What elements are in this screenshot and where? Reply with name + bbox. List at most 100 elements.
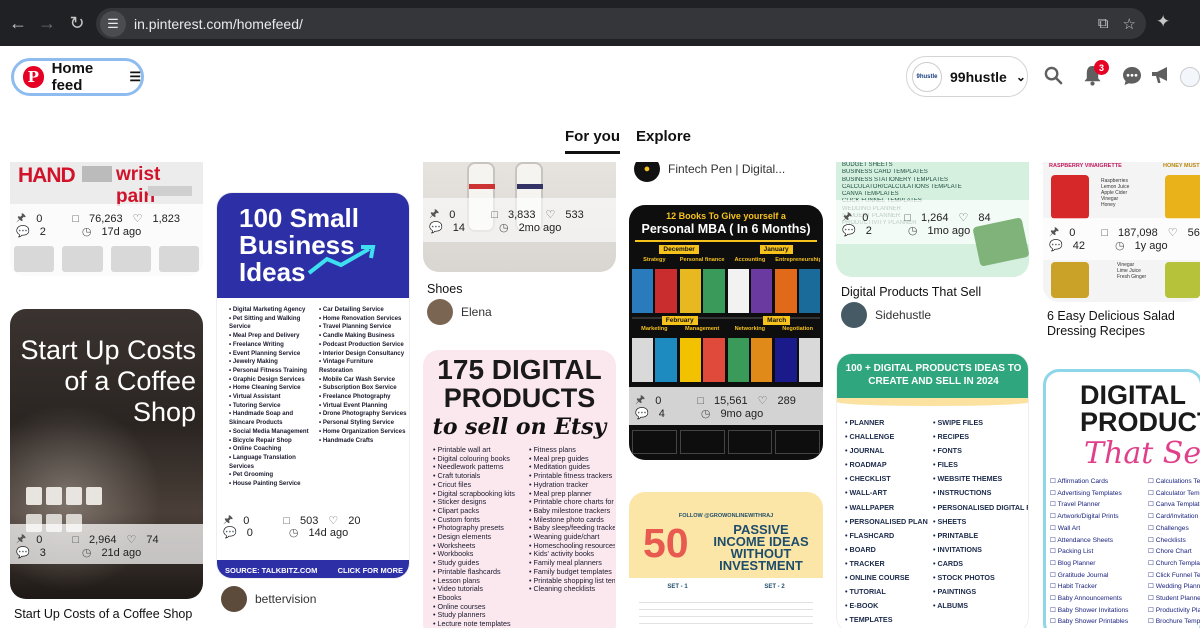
- pin-card-salad-dressings[interactable]: RASPBERRY VINAIGRETTE HONEY MUST Raspber…: [1043, 162, 1200, 302]
- bookmark-icon: □: [283, 514, 290, 527]
- extensions-puzzle-icon[interactable]: ✦: [1156, 12, 1170, 32]
- list-item: • Language Translation Services: [229, 453, 296, 470]
- category-label: Networking: [734, 326, 766, 332]
- list-item: Honey: [1101, 202, 1116, 208]
- pin-card-small-business-ideas[interactable]: 100 Small Business Ideas • Digital Marke…: [216, 192, 410, 579]
- pin-card-etsy-digital-products[interactable]: 175 DIGITAL PRODUCTS to sell on Etsy • P…: [423, 350, 616, 628]
- back-arrow-icon[interactable]: ←: [3, 0, 33, 46]
- list-item: • Tutoring Service: [229, 401, 281, 409]
- category-row: Strategy Personal finance Accounting Entrep…: [632, 257, 820, 263]
- dressing-label: HONEY MUST: [1163, 163, 1200, 169]
- pin-title[interactable]: Start Up Costs of a Coffee Shop: [14, 607, 192, 621]
- list-item: • Workbooks: [433, 550, 474, 559]
- author-avatar: [221, 586, 247, 612]
- dressing-label: RASPBERRY VINAIGRETTE: [1049, 163, 1122, 169]
- list-item: ☐ Chore Chart: [1148, 548, 1192, 556]
- list-item: • Mobile Car Wash Service: [319, 375, 396, 383]
- account-avatar: 9hustle: [912, 61, 942, 92]
- megaphone-icon[interactable]: [1151, 66, 1171, 90]
- repin-count: 15,561: [713, 394, 748, 407]
- pin-age: 21d ago: [101, 546, 142, 559]
- pin-image-text: HAND: [18, 164, 76, 187]
- list-item: • CARDS: [933, 558, 964, 568]
- list-item: • Vintage Furniture Restoration: [319, 358, 374, 374]
- pinterest-logo-icon: P: [23, 66, 44, 88]
- pin-title[interactable]: Digital Products That Sell: [841, 285, 981, 299]
- site-settings-icon[interactable]: ☰: [100, 10, 126, 37]
- pin-card-personal-mba[interactable]: 12 Books To Give yourself a Personal MBA…: [629, 205, 823, 460]
- address-bar[interactable]: ☰ in.pinterest.com/homefeed/ ⧉ ☆: [96, 8, 1146, 39]
- category-label: Strategy: [643, 257, 666, 263]
- list-item: • PAINTINGS: [933, 587, 977, 597]
- account-switcher[interactable]: 9hustle 99hustle ⌄: [906, 56, 1028, 97]
- heart-icon: ♡: [958, 212, 969, 224]
- pin-card-coffee-shop[interactable]: Start Up Costs of a Coffee Shop 🖈 0 □ 2,96…: [10, 309, 203, 599]
- list-item: • Study guides: [433, 559, 480, 568]
- list-item: • Meal Prep and Delivery: [229, 332, 300, 340]
- bookmark-star-icon[interactable]: ☆: [1123, 15, 1136, 33]
- list-item: • WALL-ART: [845, 488, 888, 498]
- list-item: • Lecture note templates: [433, 620, 511, 628]
- month-label: January: [759, 245, 793, 254]
- pin-author[interactable]: Elena: [427, 299, 492, 325]
- forward-arrow-icon[interactable]: →: [32, 0, 62, 46]
- pin-footer: SOURCE: TALKBITZ.COM CLICK FOR MORE: [217, 560, 409, 578]
- set-label: SET - 2: [764, 584, 785, 590]
- pin-card-digital-products-that-sell[interactable]: DIGITAL PRODUCTS That Sell ☐ Affirmation…: [1043, 369, 1200, 628]
- list-item: ☐ Productivity Pla: [1148, 606, 1200, 614]
- pin-author[interactable]: bettervision: [221, 586, 316, 612]
- list-item: • Weaning guide/chart: [529, 533, 600, 542]
- business-ideas-list-left: • Digital Marketing Agency • Pet Sitting …: [229, 306, 315, 489]
- comment-icon: 💬: [429, 222, 443, 234]
- book-covers: [632, 338, 820, 382]
- repin-count: 76,263: [88, 212, 123, 225]
- pin-card-digital-templates[interactable]: BUDGET SHEETS BUSINESS CARD TEMPLATES BUSI…: [836, 162, 1029, 277]
- list-item: ☐ Advertising Templates: [1050, 489, 1122, 497]
- pin-author[interactable]: Sidehustle: [841, 302, 931, 328]
- list-item: • Worksheets: [433, 541, 476, 550]
- list-item: • Cricut files: [433, 480, 472, 489]
- pin-title[interactable]: 6 Easy Delicious Salad Dressing Recipes: [1047, 309, 1200, 339]
- list-item: • Digital colouring books: [433, 454, 510, 463]
- repin-count: 2,964: [88, 533, 117, 546]
- comment-count: 0: [246, 526, 253, 539]
- handle-text: FOLLOW @GROWONLINEWITHRAJ: [678, 513, 774, 519]
- pin-title[interactable]: Shoes: [427, 282, 462, 296]
- list-item: • Fitness plans: [529, 446, 576, 454]
- messages-chat-icon[interactable]: [1122, 66, 1142, 92]
- list-item: • SWIPE FILES: [933, 418, 984, 427]
- pin-card-hand-exercises[interactable]: HAND wrist pain 🖈 0 □ 76,263 ♡ 1,823 💬 2 ◷ 17…: [10, 162, 203, 276]
- pin-author[interactable]: ● Fintech Pen | Digital...: [634, 162, 785, 182]
- reload-icon[interactable]: ↻: [62, 0, 92, 46]
- tab-explore[interactable]: Explore: [636, 128, 691, 145]
- account-logo-text: 9hustle: [916, 73, 938, 80]
- pin-card-passive-income[interactable]: FOLLOW @GROWONLINEWITHRAJ 50 PASSIVE INC…: [629, 492, 823, 628]
- comment-icon: 💬: [842, 225, 856, 237]
- click-for-more-link[interactable]: CLICK FOR MORE: [338, 566, 403, 575]
- open-in-app-icon[interactable]: ⧉: [1098, 15, 1109, 32]
- list-item: • Social Media Management: [229, 427, 309, 435]
- products-list-left: ☐ Affirmation Cards ☐ Advertising Templat…: [1050, 476, 1146, 628]
- author-avatar: [427, 299, 453, 325]
- list-item: • Printable flashcards: [433, 567, 501, 576]
- list-item: • Cleaning checklists: [529, 585, 596, 594]
- pin-stats-row: 💬 3 ◷ 21d ago: [16, 546, 197, 560]
- pin-subheading: That Sell: [1084, 436, 1200, 471]
- tab-for-you[interactable]: For you: [565, 128, 620, 154]
- list-item: • Bicycle Repair Shop: [229, 436, 292, 444]
- list-item: • E-BOOK: [845, 601, 879, 611]
- search-icon[interactable]: [1044, 66, 1063, 91]
- profile-avatar[interactable]: [1180, 67, 1200, 87]
- pin-card-digital-ideas-2024[interactable]: 100 + DIGITAL PRODUCTS IDEAS TO CREATE A…: [836, 353, 1029, 628]
- account-name: 99hustle: [950, 68, 1007, 85]
- home-feed-button[interactable]: P Home feed ☰: [11, 58, 144, 96]
- comment-count: 4: [658, 407, 665, 420]
- ingredients-list: Raspberries Lemon Juice Apple Cider Vinegar…: [1101, 178, 1157, 208]
- month-label: February: [661, 316, 698, 325]
- save-count: 0: [1069, 226, 1076, 239]
- pin-stats-row: 💬 42 ◷ 1y ago: [1049, 239, 1197, 253]
- pin-card-shoes[interactable]: 🖈 0 □ 3,833 ♡ 533 💬 14 ◷ 2mo ago: [423, 162, 616, 272]
- set-headers: SET - 1 SET - 2: [629, 584, 823, 590]
- list-item: ☐ Brochure Temp: [1148, 618, 1200, 626]
- like-count: 74: [146, 533, 159, 546]
